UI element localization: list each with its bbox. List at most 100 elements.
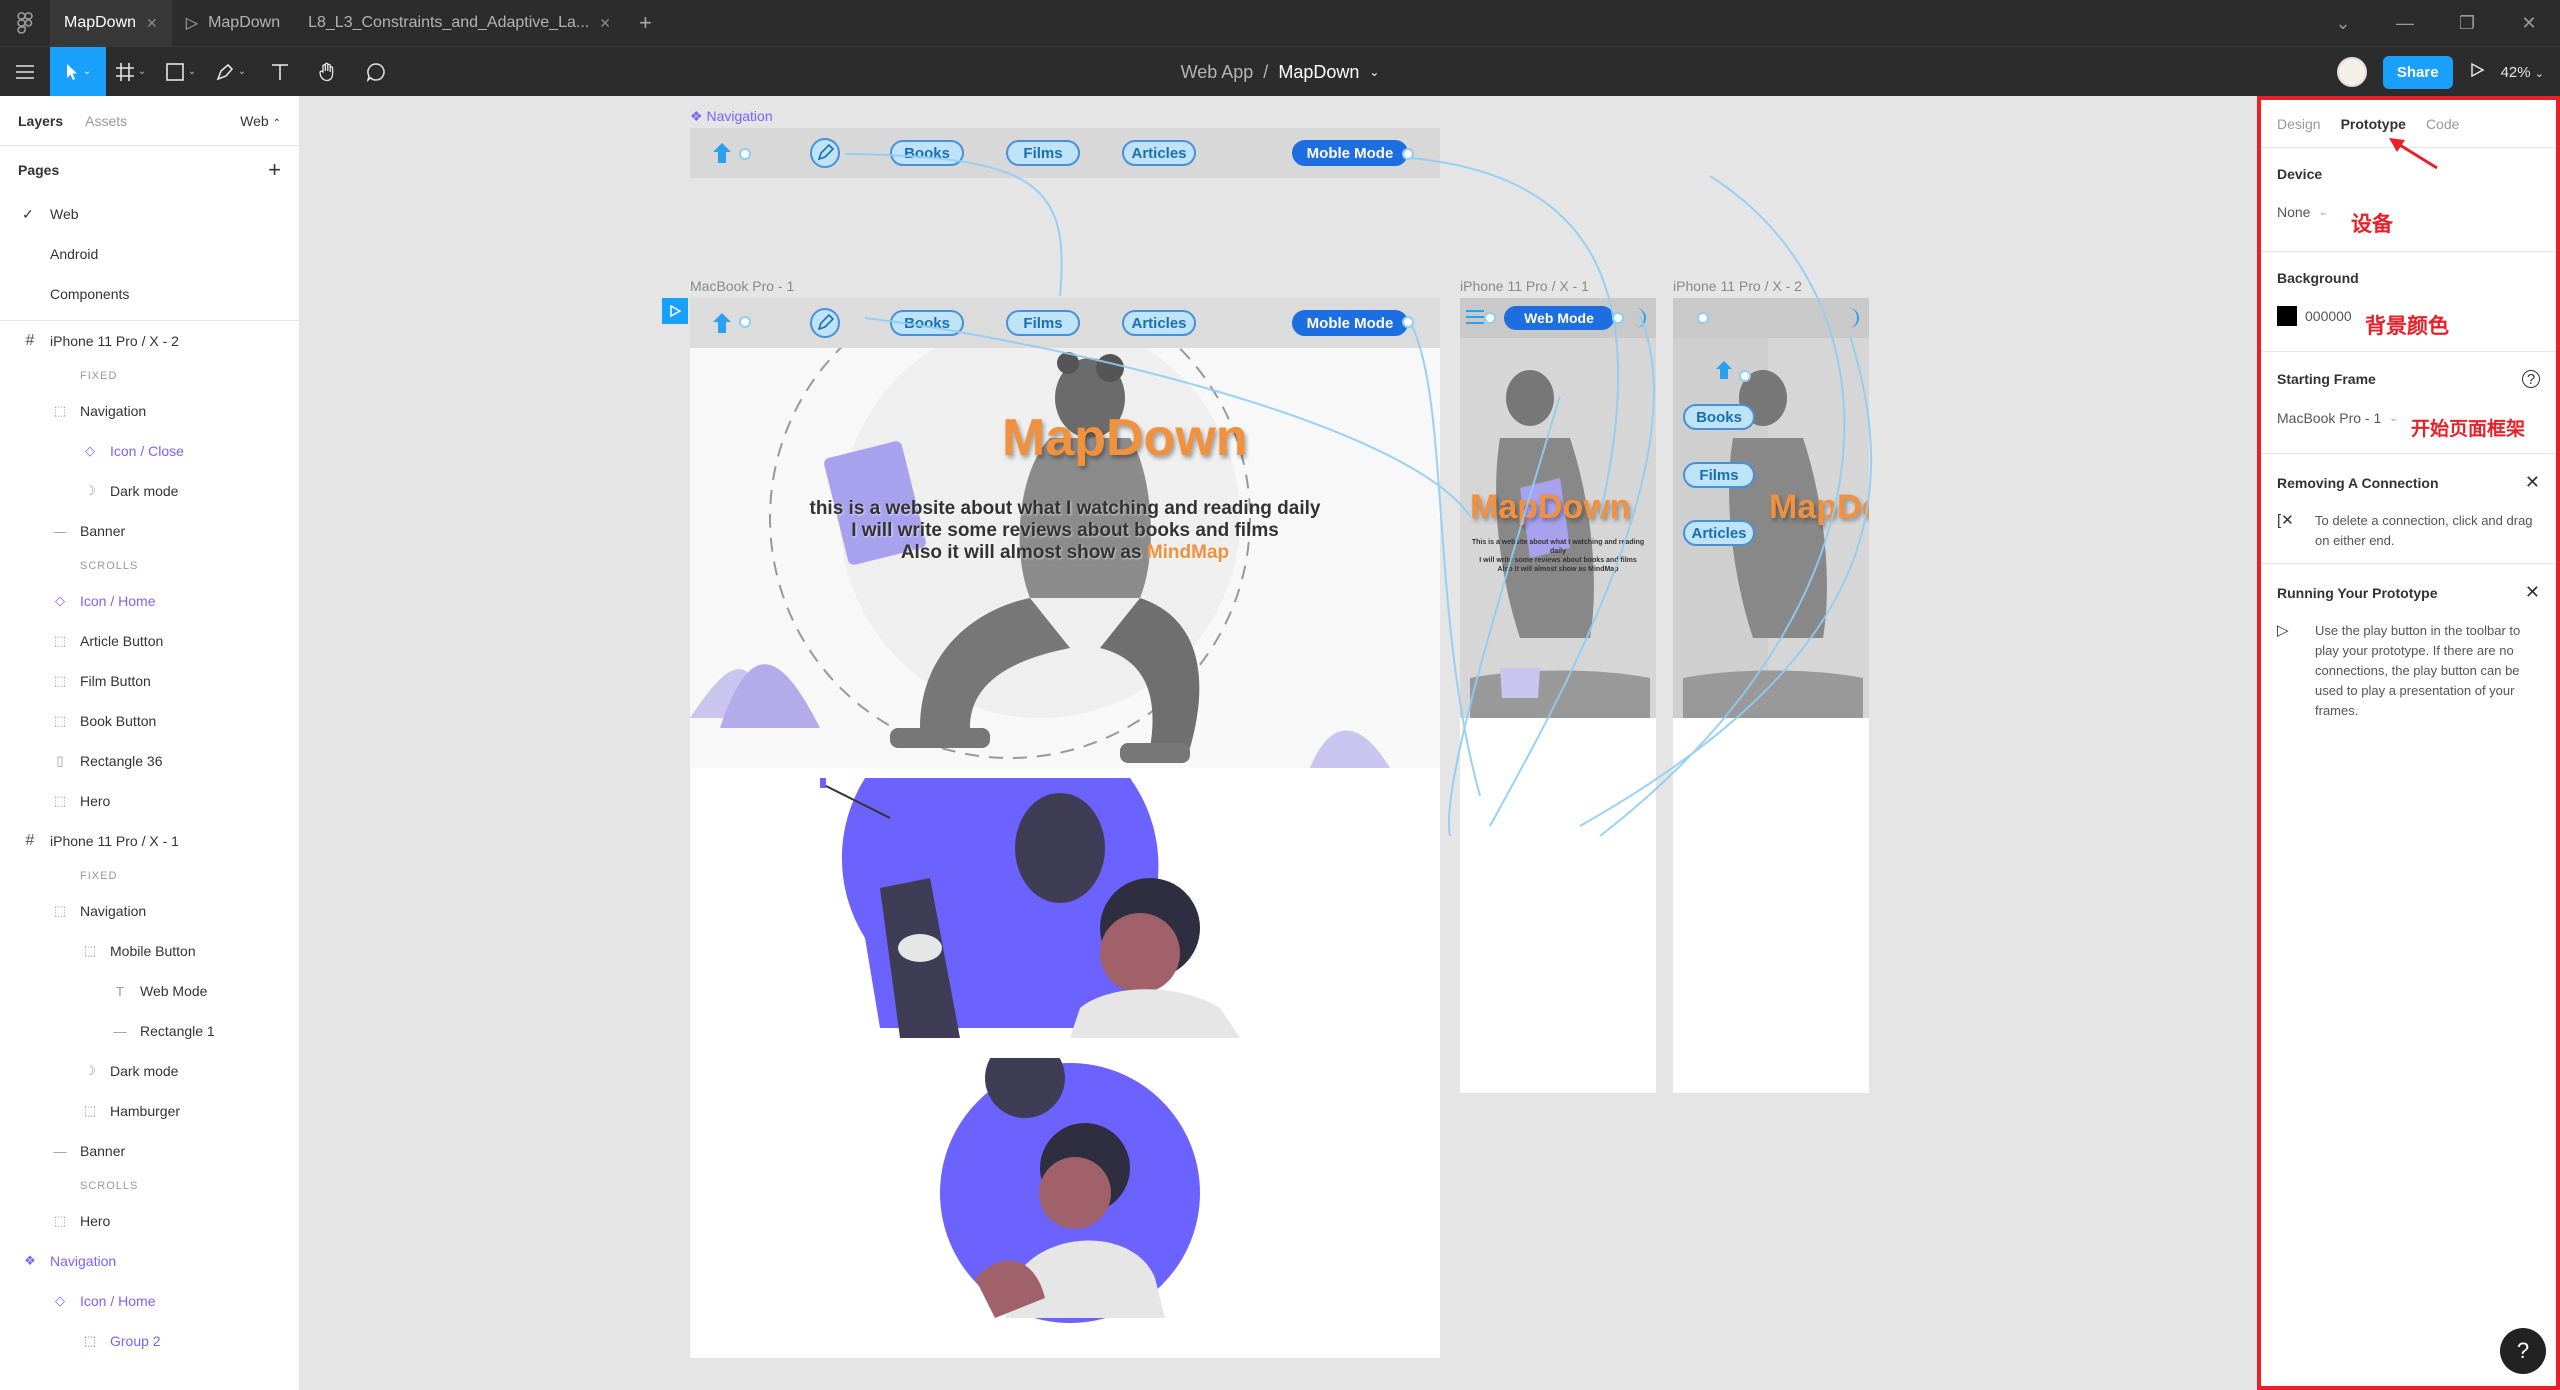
layer-item[interactable]: ⬚ Mobile Button	[0, 931, 299, 971]
navigation-component[interactable]: Books Films Articles Moble Mode	[690, 128, 1440, 178]
move-tool-button[interactable]: ⌄	[50, 46, 106, 97]
web-mode-button[interactable]: Web Mode	[1504, 306, 1614, 330]
books-button[interactable]: Books	[890, 310, 964, 336]
help-circle-icon[interactable]: ?	[2522, 370, 2540, 388]
shape-tool-button[interactable]: ⌄	[156, 47, 206, 97]
layer-item[interactable]: — Rectangle 1	[0, 1011, 299, 1051]
layer-item[interactable]: T Web Mode	[0, 971, 299, 1011]
tab-assets[interactable]: Assets	[85, 113, 127, 129]
layer-item[interactable]: ▯ Rectangle 36	[0, 741, 299, 781]
new-tab-plus-icon[interactable]: +	[625, 10, 666, 36]
iphone-1-frame-label[interactable]: iPhone 11 Pro / X - 1	[1460, 278, 1589, 294]
chevron-down-icon[interactable]: ⌄	[1369, 65, 1379, 79]
layer-item[interactable]: ☽ Dark mode	[0, 471, 299, 511]
iphone-2-navigation[interactable]	[1673, 298, 1869, 338]
books-button[interactable]: Books	[890, 140, 964, 166]
layer-item[interactable]: ⬚ Navigation	[0, 391, 299, 431]
main-menu-hamburger-icon[interactable]	[0, 47, 50, 97]
layer-item[interactable]: ⬚ Book Button	[0, 701, 299, 741]
breadcrumb-file[interactable]: MapDown	[1278, 62, 1359, 83]
layer-item[interactable]: — Banner	[0, 511, 299, 551]
articles-button[interactable]: Articles	[1683, 520, 1755, 546]
avatar[interactable]	[2336, 57, 2367, 87]
tab-layers[interactable]: Layers	[18, 113, 63, 129]
device-dropdown[interactable]: None ⌄	[2277, 204, 2540, 220]
close-icon[interactable]: ✕	[146, 15, 158, 32]
frame-tool-button[interactable]: ⌄	[106, 47, 156, 97]
starting-frame-header: Starting Frame ?	[2277, 370, 2540, 388]
films-button[interactable]: Films	[1683, 462, 1755, 488]
articles-button[interactable]: Articles	[1122, 140, 1196, 166]
layer-item[interactable]: ⬚ Navigation	[0, 891, 299, 931]
comment-bubble-icon	[366, 62, 385, 82]
share-button[interactable]: Share	[2382, 55, 2453, 89]
macbook-frame-label[interactable]: MacBook Pro - 1	[690, 278, 794, 294]
zoom-dropdown[interactable]: 42% ⌄	[2501, 64, 2544, 81]
iphone-2-frame[interactable]: Books Films Articles MapDown	[1673, 298, 1869, 1093]
moon-dark-mode-icon[interactable]	[1841, 306, 1861, 330]
background-swatch[interactable]	[2277, 306, 2297, 326]
comment-tool-button[interactable]	[352, 47, 400, 97]
layer-frame-item[interactable]: # iPhone 11 Pro / X - 1	[0, 821, 299, 861]
iphone-1-frame[interactable]: Web Mode MapDown This is a website about…	[1460, 298, 1656, 1093]
minimize-icon[interactable]: —	[2374, 13, 2436, 34]
mobile-mode-button[interactable]: Moble Mode	[1292, 140, 1408, 166]
starting-frame-flag-icon[interactable]	[662, 298, 688, 324]
tab-design[interactable]: Design	[2277, 116, 2321, 132]
articles-button[interactable]: Articles	[1122, 310, 1196, 336]
moon-dark-mode-icon[interactable]	[1628, 306, 1648, 330]
layer-item[interactable]: ☽ Dark mode	[0, 1051, 299, 1091]
page-selector[interactable]: Web ⌃	[240, 113, 281, 129]
layer-item[interactable]: ❖ Navigation	[0, 1241, 299, 1281]
close-icon[interactable]: ✕	[2525, 582, 2540, 603]
chevron-down-icon[interactable]: ⌄	[2312, 13, 2374, 34]
close-icon[interactable]: ✕	[2525, 472, 2540, 493]
present-play-icon[interactable]	[2469, 62, 2485, 83]
layer-label: Rectangle 36	[80, 753, 163, 769]
layer-item[interactable]: ⬚ Hero	[0, 781, 299, 821]
close-icon[interactable]: ✕	[599, 15, 611, 32]
iphone-1-navigation[interactable]: Web Mode	[1460, 298, 1656, 338]
tab-prototype[interactable]: Prototype	[2341, 116, 2406, 132]
films-button[interactable]: Films	[1006, 310, 1080, 336]
layer-item[interactable]: ⬚ Film Button	[0, 661, 299, 701]
text-tool-button[interactable]	[256, 47, 304, 97]
layer-item[interactable]: ⬚ Article Button	[0, 621, 299, 661]
page-item[interactable]: ✓ Web	[0, 194, 299, 234]
breadcrumb-project[interactable]: Web App	[1181, 62, 1254, 83]
tab-mapdown-prototype[interactable]: ▷ MapDown	[172, 0, 294, 46]
home-icon[interactable]	[1715, 360, 1733, 380]
add-page-plus-icon[interactable]: +	[268, 157, 281, 183]
layer-item[interactable]: ◇ Icon / Close	[0, 431, 299, 471]
hand-tool-button[interactable]	[304, 47, 352, 97]
pages-heading: Pages	[18, 162, 60, 178]
help-button[interactable]: ?	[2500, 1328, 2546, 1374]
close-window-icon[interactable]: ✕	[2498, 13, 2560, 34]
layer-item[interactable]: ⬚ Group 2	[0, 1321, 299, 1361]
page-item[interactable]: Android	[0, 234, 299, 274]
layer-item[interactable]: — Banner	[0, 1131, 299, 1171]
films-button[interactable]: Films	[1006, 140, 1080, 166]
page-item[interactable]: Components	[0, 274, 299, 314]
tab-mapdown-file[interactable]: MapDown ✕	[50, 0, 172, 46]
background-hex[interactable]: 000000	[2305, 308, 2352, 324]
tab-constraints-file[interactable]: L8_L3_Constraints_and_Adaptive_La... ✕	[294, 0, 625, 46]
layer-item[interactable]: ◇ Icon / Home	[0, 581, 299, 621]
iphone-2-frame-label[interactable]: iPhone 11 Pro / X - 2	[1673, 278, 1802, 294]
layer-frame-item[interactable]: # iPhone 11 Pro / X - 2	[0, 321, 299, 361]
layer-item[interactable]: ◇ Icon / Home	[0, 1281, 299, 1321]
device-annotation: 设备	[2351, 213, 2393, 236]
tab-code[interactable]: Code	[2426, 116, 2459, 132]
layer-item[interactable]: ⬚ Hamburger	[0, 1091, 299, 1131]
zoom-value: 42%	[2500, 63, 2531, 81]
pen-tool-button[interactable]: ⌄	[206, 47, 256, 97]
layer-item[interactable]: ⬚ Hero	[0, 1201, 299, 1241]
books-button[interactable]: Books	[1683, 404, 1755, 430]
restore-icon[interactable]: ❐	[2436, 13, 2498, 34]
figma-logo-icon[interactable]	[0, 0, 50, 46]
macbook-frame[interactable]: Books Films Articles Moble Mode MapDown …	[690, 298, 1440, 1358]
mobile-mode-button[interactable]: Moble Mode	[1292, 310, 1408, 336]
navigation-component-label[interactable]: ❖ Navigation	[690, 108, 773, 125]
canvas[interactable]: ❖ Navigation Books Films Articles Moble …	[300, 96, 2257, 1390]
macbook-navigation[interactable]: Books Films Articles Moble Mode	[690, 298, 1440, 348]
